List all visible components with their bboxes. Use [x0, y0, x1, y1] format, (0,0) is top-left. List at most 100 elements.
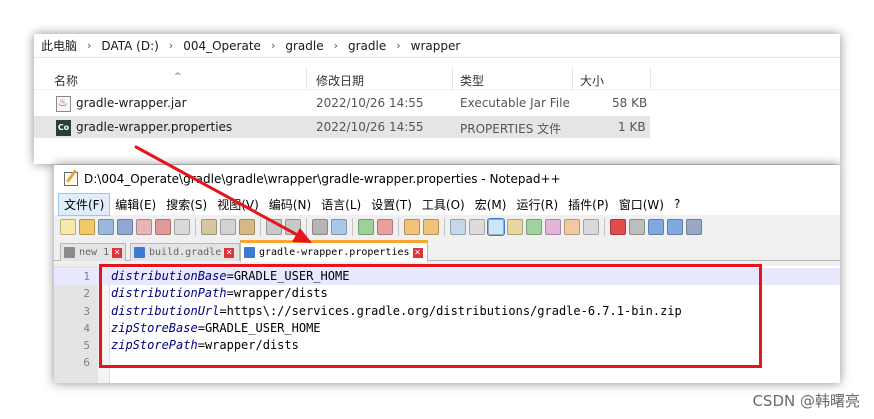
save-macro-icon[interactable] [686, 219, 702, 235]
breadcrumb: 此电脑 › DATA (D:) › 004_Operate › gradle ›… [34, 34, 840, 58]
code-line[interactable]: 3 distributionUrl=https\://services.grad… [54, 303, 840, 320]
breadcrumb-chevron-icon[interactable]: › [396, 39, 400, 52]
column-header-size[interactable]: 大小 [580, 72, 604, 89]
line-number: 3 [83, 304, 90, 318]
code-line[interactable]: 5 zipStorePath=wrapper/dists [54, 337, 840, 354]
menu-help[interactable]: ? [669, 195, 685, 213]
undo-icon[interactable] [266, 219, 282, 235]
tab-new-1[interactable]: new 1 ✕ [60, 243, 126, 261]
menu-view[interactable]: 视图(V) [212, 194, 264, 215]
file-row-selected[interactable]: Co gradle-wrapper.properties 2022/10/26 … [34, 116, 650, 138]
code-line[interactable]: 2 distributionPath=wrapper/dists [54, 285, 840, 302]
breadcrumb-drive[interactable]: DATA (D:) [100, 39, 159, 53]
menu-tools[interactable]: 工具(O) [417, 194, 470, 215]
stop-macro-icon[interactable] [629, 219, 645, 235]
breadcrumb-folder[interactable]: gradle [284, 39, 324, 53]
menu-plugins[interactable]: 插件(P) [563, 194, 614, 215]
open-file-icon[interactable] [79, 219, 95, 235]
jar-file-icon [56, 96, 71, 112]
saved-disk-icon [244, 247, 255, 258]
menu-language[interactable]: 语言(L) [316, 194, 366, 215]
column-header-date[interactable]: 修改日期 [316, 72, 364, 89]
run-macro-multiple-icon[interactable] [667, 219, 683, 235]
play-macro-icon[interactable] [648, 219, 664, 235]
line-number: 5 [83, 339, 90, 353]
indent-guide-icon[interactable] [487, 218, 505, 236]
menu-edit[interactable]: 编辑(E) [110, 194, 161, 215]
breadcrumb-chevron-icon[interactable]: › [271, 39, 275, 52]
property-value: GRADLE_USER_HOME [204, 320, 321, 335]
menu-file[interactable]: 文件(F) [58, 192, 111, 216]
file-date: 2022/10/26 14:55 [316, 96, 424, 110]
folder-workspace-icon[interactable] [564, 219, 580, 235]
find-icon[interactable] [312, 219, 328, 235]
column-header-name[interactable]: 名称 [54, 72, 78, 89]
file-size: 58 KB [612, 96, 648, 110]
monitoring-icon[interactable] [583, 219, 599, 235]
property-value: wrapper/dists [204, 338, 299, 353]
copy-icon[interactable] [220, 219, 236, 235]
tab-label: gradle-wrapper.properties [259, 247, 410, 258]
menu-search[interactable]: 搜索(S) [161, 194, 212, 215]
new-file-icon[interactable] [60, 219, 76, 235]
menu-window[interactable]: 窗口(W) [614, 194, 669, 215]
redo-icon[interactable] [285, 219, 301, 235]
close-file-icon[interactable] [136, 219, 152, 235]
print-icon[interactable] [174, 219, 190, 235]
code-line[interactable]: 1 distributionBase=GRADLE_USER_HOME [54, 268, 840, 286]
user-language-icon[interactable] [507, 219, 523, 235]
column-header-type[interactable]: 类型 [460, 72, 484, 89]
close-tab-icon[interactable]: ✕ [112, 247, 123, 258]
breadcrumb-this-pc[interactable]: 此电脑 [40, 37, 78, 54]
sync-vertical-icon[interactable] [404, 219, 420, 235]
file-row[interactable]: gradle-wrapper.jar 2022/10/26 14:55 Exec… [34, 92, 840, 114]
tab-label: build.gradle [149, 247, 222, 258]
file-explorer-window: 此电脑 › DATA (D:) › 004_Operate › gradle ›… [34, 34, 840, 164]
breadcrumb-chevron-icon[interactable]: › [169, 39, 173, 52]
zoom-out-icon[interactable] [377, 219, 393, 235]
tab-label: new 1 [79, 247, 110, 258]
tab-gradle-wrapper-properties[interactable]: gradle-wrapper.properties ✕ [240, 240, 428, 262]
toolbar [54, 215, 840, 239]
menu-encoding[interactable]: 编码(N) [264, 194, 316, 215]
file-type: Executable Jar File [460, 96, 570, 110]
save-all-icon[interactable] [117, 219, 133, 235]
show-all-chars-icon[interactable] [469, 219, 485, 235]
window-title: D:\004_Operate\gradle\gradle\wrapper\gra… [84, 172, 561, 186]
breadcrumb-folder[interactable]: wrapper [410, 39, 462, 53]
sync-horizontal-icon[interactable] [423, 219, 439, 235]
window-title-bar: D:\004_Operate\gradle\gradle\wrapper\gra… [54, 165, 840, 193]
editor-area[interactable]: 1 distributionBase=GRADLE_USER_HOME 2 di… [54, 266, 840, 383]
word-wrap-icon[interactable] [450, 219, 466, 235]
saved-disk-icon [64, 247, 75, 258]
tab-build-gradle[interactable]: build.gradle ✕ [130, 243, 240, 261]
file-type: PROPERTIES 文件 [460, 122, 562, 136]
file-date: 2022/10/26 14:55 [316, 120, 424, 134]
property-value: wrapper/dists [233, 286, 328, 301]
replace-icon[interactable] [331, 219, 347, 235]
document-map-icon[interactable] [526, 219, 542, 235]
close-tab-icon[interactable]: ✕ [412, 247, 423, 258]
menu-macro[interactable]: 宏(M) [470, 194, 512, 215]
menu-run[interactable]: 运行(R) [511, 194, 563, 215]
menu-settings[interactable]: 设置(T) [366, 194, 417, 215]
watermark: CSDN @韩曙亮 [752, 392, 860, 410]
zoom-in-icon[interactable] [358, 219, 374, 235]
sort-ascending-icon: ^ [174, 72, 182, 82]
notepad-app-icon [64, 172, 78, 186]
breadcrumb-chevron-icon[interactable]: › [87, 39, 91, 52]
breadcrumb-chevron-icon[interactable]: › [334, 39, 338, 52]
paste-icon[interactable] [239, 219, 255, 235]
save-icon[interactable] [98, 219, 114, 235]
line-number: 6 [83, 356, 90, 370]
code-line[interactable]: 6 [54, 354, 840, 371]
property-key: distributionUrl [111, 303, 220, 318]
close-all-icon[interactable] [155, 219, 171, 235]
cut-icon[interactable] [201, 219, 217, 235]
record-macro-icon[interactable] [610, 219, 626, 235]
function-list-icon[interactable] [545, 219, 561, 235]
close-tab-icon[interactable]: ✕ [224, 247, 235, 258]
breadcrumb-folder[interactable]: gradle [347, 39, 387, 53]
code-line[interactable]: 4 zipStoreBase=GRADLE_USER_HOME [54, 320, 840, 337]
breadcrumb-folder[interactable]: 004_Operate [182, 39, 262, 53]
